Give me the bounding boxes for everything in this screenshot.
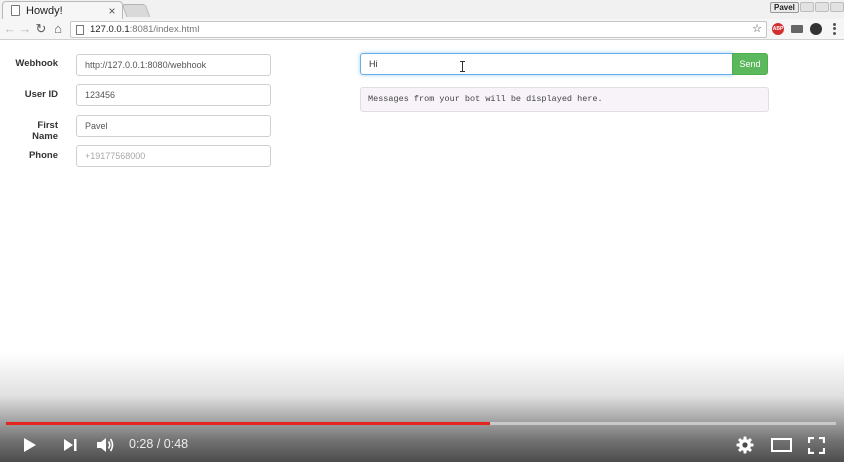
phone-label: Phone — [28, 150, 58, 161]
mail-icon[interactable] — [791, 25, 803, 33]
webhook-label: Webhook — [15, 58, 58, 69]
phone-input[interactable] — [76, 145, 271, 167]
url-text: 127.0.0.1:8081/index.html — [90, 24, 199, 35]
duration: 0:48 — [163, 437, 189, 451]
close-window-button[interactable] — [830, 2, 844, 12]
new-tab-button[interactable] — [121, 4, 151, 17]
text-cursor-icon — [460, 61, 465, 72]
page-info-icon[interactable] — [76, 24, 84, 35]
player-controls-gradient — [0, 352, 844, 462]
user-id-input[interactable] — [76, 84, 271, 106]
play-icon[interactable] — [22, 437, 38, 453]
reload-icon[interactable]: ↻ — [33, 21, 49, 37]
browser-tab-strip: Howdy! × Pavel — [0, 0, 844, 19]
extension-icon[interactable] — [810, 23, 822, 35]
first-name-input[interactable] — [76, 115, 271, 137]
current-time: 0:28 — [129, 437, 154, 451]
url-path: :8081/index.html — [129, 24, 200, 35]
progress-bar[interactable] — [6, 422, 836, 425]
maximize-button[interactable] — [815, 2, 829, 12]
screen: Howdy! × Pavel ← → ↻ ⌂ 127.0.0.1:8081/in… — [0, 0, 844, 462]
profile-button[interactable]: Pavel — [770, 2, 799, 13]
message-input[interactable] — [360, 53, 733, 75]
url-host: 127.0.0.1 — [90, 24, 130, 35]
first-name-label: First Name — [32, 120, 58, 142]
forward-arrow-icon[interactable]: → — [17, 21, 33, 37]
browser-tab[interactable]: Howdy! × — [2, 1, 123, 19]
browser-toolbar: ← → ↻ ⌂ 127.0.0.1:8081/index.html ☆ ABP — [0, 19, 844, 40]
send-button[interactable]: Send — [732, 53, 768, 75]
user-id-label: User ID — [24, 89, 58, 100]
adblock-icon[interactable]: ABP — [772, 23, 784, 35]
time-display: 0:28 / 0:48 — [129, 437, 188, 451]
home-icon[interactable]: ⌂ — [50, 21, 66, 37]
browser-menu-icon[interactable] — [831, 22, 837, 36]
minimize-button[interactable] — [800, 2, 814, 12]
messages-panel: Messages from your bot will be displayed… — [360, 87, 769, 112]
page-icon — [11, 5, 20, 16]
next-icon[interactable] — [62, 437, 78, 453]
progress-bar-played — [6, 422, 491, 425]
tab-close-icon[interactable]: × — [105, 4, 119, 18]
fullscreen-icon[interactable] — [808, 437, 825, 454]
address-bar[interactable]: 127.0.0.1:8081/index.html ☆ — [70, 21, 767, 38]
back-arrow-icon[interactable]: ← — [2, 21, 18, 37]
gear-icon[interactable] — [736, 436, 754, 454]
time-separator: / — [153, 437, 164, 451]
bookmark-star-icon[interactable]: ☆ — [752, 22, 762, 37]
volume-icon[interactable] — [96, 436, 115, 454]
webhook-input[interactable] — [76, 54, 271, 76]
tab-title: Howdy! — [26, 4, 63, 17]
theater-mode-icon[interactable] — [771, 438, 792, 452]
